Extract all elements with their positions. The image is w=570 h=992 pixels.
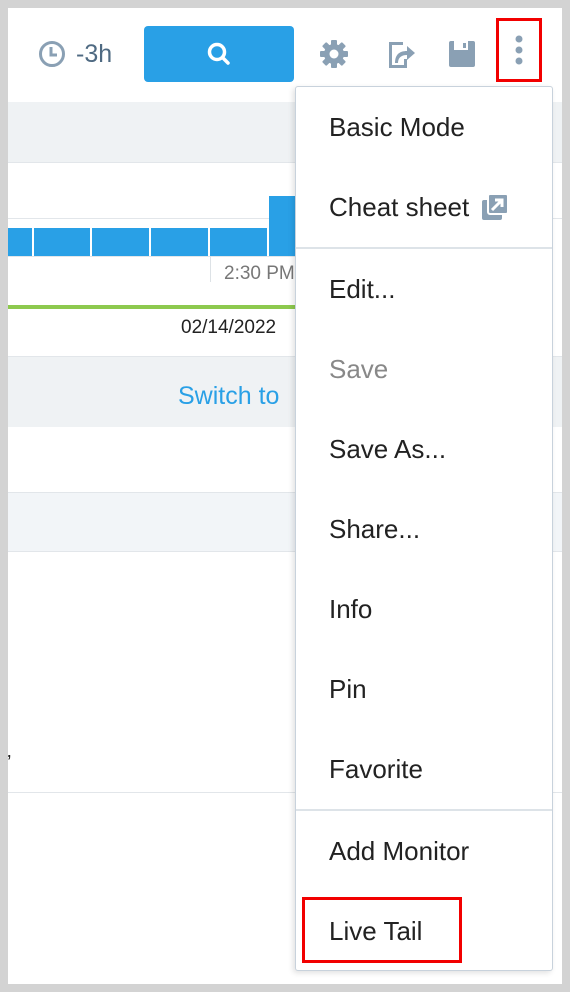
menu-item-save: Save bbox=[296, 329, 552, 409]
histogram-bar[interactable] bbox=[8, 228, 32, 256]
gear-icon bbox=[320, 40, 348, 68]
menu-item-save-as[interactable]: Save As... bbox=[296, 409, 552, 489]
menu-item-info[interactable]: Info bbox=[296, 569, 552, 649]
histogram-bar[interactable] bbox=[269, 196, 296, 256]
histogram-bar[interactable] bbox=[210, 228, 267, 256]
histogram: 2:30 PM bbox=[8, 8, 298, 308]
save-icon bbox=[449, 41, 475, 67]
share-icon bbox=[389, 42, 415, 68]
menu-item-label: Cheat sheet bbox=[329, 191, 470, 222]
x-axis bbox=[8, 256, 298, 257]
menu-item-label: Edit... bbox=[329, 273, 396, 304]
switch-link[interactable]: Switch to bbox=[178, 382, 279, 411]
settings-button[interactable] bbox=[314, 34, 354, 74]
histogram-bar[interactable] bbox=[151, 228, 208, 256]
more-options-button[interactable] bbox=[496, 18, 542, 82]
truncated-text: ’ bbox=[8, 752, 11, 775]
menu-item-basic-mode[interactable]: Basic Mode bbox=[296, 87, 552, 167]
menu-item-label: Basic Mode bbox=[329, 111, 465, 142]
menu-item-cheat-sheet[interactable]: Cheat sheet bbox=[296, 167, 552, 247]
menu-item-edit[interactable]: Edit... bbox=[296, 249, 552, 329]
menu-item-label: Favorite bbox=[329, 753, 423, 784]
share-button[interactable] bbox=[382, 34, 422, 74]
save-button[interactable] bbox=[442, 34, 482, 74]
page: -3h 2:30 PM 02/14/2022 Switch to ’ Basic… bbox=[8, 8, 562, 984]
live-tail-highlight bbox=[302, 897, 462, 963]
date-label: 02/14/2022 bbox=[181, 317, 277, 338]
histogram-bar[interactable] bbox=[92, 228, 149, 256]
menu-item-label: Info bbox=[329, 593, 373, 624]
time-range-line bbox=[8, 305, 298, 309]
menu-item-label: Save As... bbox=[329, 433, 447, 464]
menu-item-favorite[interactable]: Favorite bbox=[296, 729, 552, 809]
external-link-icon bbox=[482, 193, 510, 220]
menu-item-add-monitor[interactable]: Add Monitor bbox=[296, 811, 552, 891]
menu-item-label: Save bbox=[329, 353, 389, 384]
menu-item-label: Share... bbox=[329, 513, 421, 544]
menu-item-pin[interactable]: Pin bbox=[296, 649, 552, 729]
menu-item-label: Pin bbox=[329, 673, 367, 704]
menu-item-label: Add Monitor bbox=[329, 835, 470, 866]
x-tick-label: 2:30 PM bbox=[224, 263, 295, 284]
more-options-menu: Basic Mode Cheat sheet Edit... Save Save… bbox=[295, 86, 553, 971]
x-tick bbox=[210, 256, 211, 282]
menu-item-share[interactable]: Share... bbox=[296, 489, 552, 569]
histogram-bar[interactable] bbox=[34, 228, 90, 256]
more-vertical-icon bbox=[515, 35, 523, 65]
